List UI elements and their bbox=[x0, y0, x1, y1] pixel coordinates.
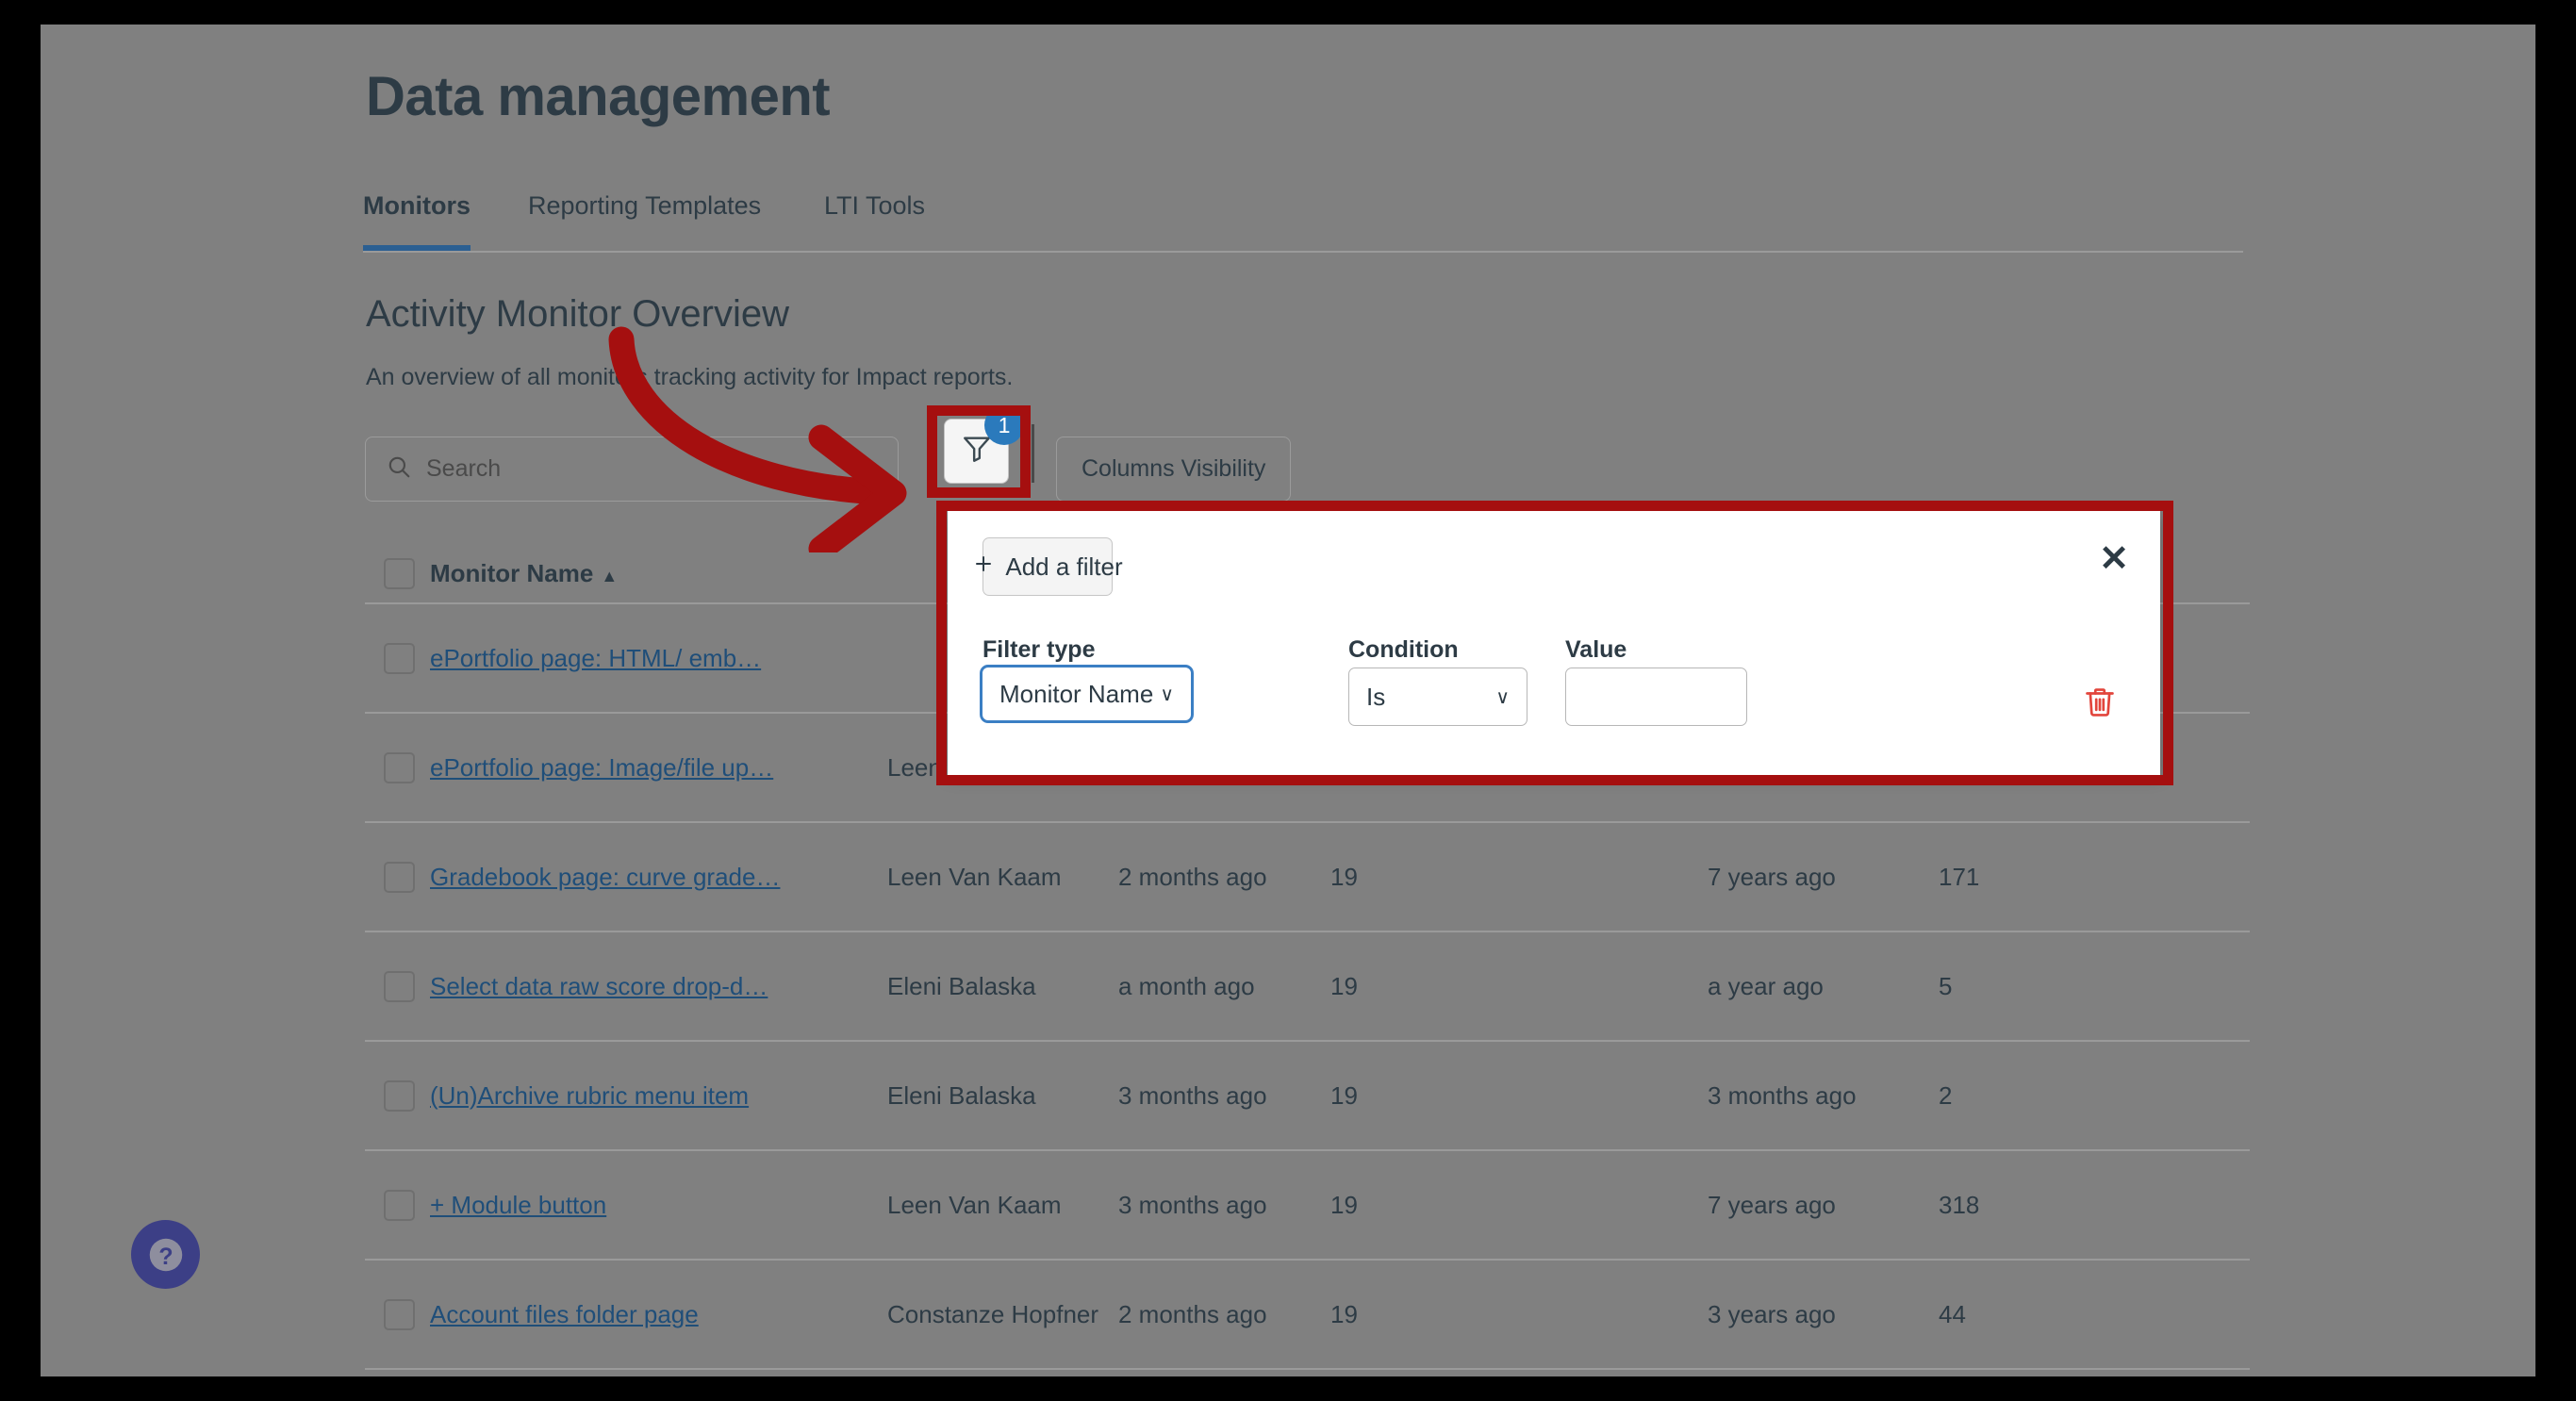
cell-owner: Leen Van Kaam bbox=[887, 1190, 1062, 1219]
cell-count: 19 bbox=[1330, 862, 1358, 891]
cell-created: 7 years ago bbox=[1708, 862, 1836, 891]
cell-count: 19 bbox=[1330, 1190, 1358, 1219]
cell-monitor-name: + Module button bbox=[430, 1191, 887, 1220]
cell-owner: Leen Van Kaam bbox=[887, 862, 1062, 891]
tab-bar: Monitors Reporting Templates LTI Tools bbox=[363, 191, 2243, 253]
monitor-link[interactable]: ePortfolio page: Image/file up… bbox=[430, 753, 773, 782]
help-button[interactable]: ? bbox=[131, 1220, 200, 1289]
row-checkbox[interactable] bbox=[384, 1298, 415, 1330]
chevron-down-icon: ∨ bbox=[1160, 684, 1174, 705]
cell-count: 19 bbox=[1330, 1299, 1358, 1328]
column-header-monitor-name[interactable]: Monitor Name ▲ bbox=[430, 559, 887, 588]
row-select-cell bbox=[365, 970, 430, 1002]
close-icon[interactable]: ✕ bbox=[2099, 541, 2129, 577]
cell-monitor-name: Account files folder page bbox=[430, 1300, 887, 1329]
row-checkbox[interactable] bbox=[384, 970, 415, 1002]
filter-badge-count: 1 bbox=[984, 405, 1024, 445]
cell-updated: 3 months ago bbox=[1118, 1080, 1267, 1110]
filter-type-value: Monitor Name bbox=[999, 679, 1154, 708]
row-select-cell bbox=[365, 861, 430, 893]
page-title: Data management bbox=[366, 66, 831, 127]
monitor-link[interactable]: (Un)Archive rubric menu item bbox=[430, 1081, 749, 1110]
row-select-cell bbox=[365, 751, 430, 783]
cell-created: 7 years ago bbox=[1708, 1190, 1836, 1219]
cell-created: a year ago bbox=[1708, 971, 1824, 1000]
filter-button-wrapper: 1 bbox=[944, 405, 1024, 484]
tab-monitors[interactable]: Monitors bbox=[363, 191, 471, 251]
condition-label: Condition bbox=[1348, 636, 1459, 663]
delete-filter-button[interactable] bbox=[2082, 684, 2118, 725]
search-icon bbox=[387, 454, 411, 484]
cell-monitor-name: Gradebook page: curve grade… bbox=[430, 863, 887, 892]
table-row[interactable]: Account files folder page Constanze Hopf… bbox=[365, 1261, 2250, 1370]
section-title: Activity Monitor Overview bbox=[366, 293, 789, 335]
monitor-link[interactable]: ePortfolio page: HTML/ emb… bbox=[430, 644, 761, 672]
question-mark-icon: ? bbox=[149, 1238, 182, 1271]
monitor-link[interactable]: Gradebook page: curve grade… bbox=[430, 863, 780, 891]
select-all-cell bbox=[365, 558, 430, 589]
section-subtitle: An overview of all monitors tracking act… bbox=[366, 364, 1014, 390]
cell-updated: a month ago bbox=[1118, 971, 1255, 1000]
row-select-cell bbox=[365, 1080, 430, 1112]
row-checkbox[interactable] bbox=[384, 1080, 415, 1112]
cell-owner: Eleni Balaska bbox=[887, 971, 1036, 1000]
cell-triggers: 44 bbox=[1939, 1299, 1966, 1328]
column-header-monitor-name-label: Monitor Name bbox=[430, 559, 594, 587]
sort-ascending-icon: ▲ bbox=[601, 567, 619, 585]
cell-count: 19 bbox=[1330, 971, 1358, 1000]
cell-monitor-name: Select data raw score drop-d… bbox=[430, 972, 887, 1001]
add-filter-button[interactable]: Add a filter bbox=[976, 537, 1123, 596]
toolbar-divider bbox=[1032, 424, 1034, 483]
filter-type-select[interactable]: Monitor Name ∨ bbox=[980, 665, 1194, 723]
search-input[interactable]: Search bbox=[365, 437, 899, 502]
cell-count: 19 bbox=[1330, 1080, 1358, 1110]
row-checkbox[interactable] bbox=[384, 1189, 415, 1221]
cell-owner: Eleni Balaska bbox=[887, 1080, 1036, 1110]
cell-monitor-name: ePortfolio page: HTML/ emb… bbox=[430, 644, 887, 673]
trash-icon bbox=[2086, 688, 2114, 717]
table-row[interactable]: + Module button Leen Van Kaam 3 months a… bbox=[365, 1151, 2250, 1261]
chevron-down-icon: ∨ bbox=[1495, 686, 1510, 708]
table-row[interactable]: Select data raw score drop-d… Eleni Bala… bbox=[365, 932, 2250, 1042]
row-select-cell bbox=[365, 1189, 430, 1221]
monitor-link[interactable]: Select data raw score drop-d… bbox=[430, 972, 768, 1000]
cell-updated: 2 months ago bbox=[1118, 1299, 1267, 1328]
plus-icon bbox=[972, 552, 995, 582]
cell-updated: 2 months ago bbox=[1118, 862, 1267, 891]
row-select-cell bbox=[365, 642, 430, 674]
row-checkbox[interactable] bbox=[384, 861, 415, 893]
row-checkbox[interactable] bbox=[384, 751, 415, 783]
add-filter-label: Add a filter bbox=[1005, 552, 1123, 581]
app-root: Data management Monitors Reporting Templ… bbox=[41, 25, 2535, 1376]
monitor-link[interactable]: + Module button bbox=[430, 1191, 606, 1219]
svg-text:?: ? bbox=[158, 1243, 173, 1269]
cell-triggers: 2 bbox=[1939, 1080, 1953, 1110]
cell-created: 3 months ago bbox=[1708, 1080, 1857, 1110]
search-placeholder: Search bbox=[426, 455, 502, 482]
table-row[interactable]: (Un)Archive rubric menu item Eleni Balas… bbox=[365, 1042, 2250, 1151]
cell-triggers: 171 bbox=[1939, 862, 1980, 891]
row-checkbox[interactable] bbox=[384, 642, 415, 674]
condition-select[interactable]: Is ∨ bbox=[1348, 668, 1527, 726]
cell-updated: 3 months ago bbox=[1118, 1190, 1267, 1219]
cell-monitor-name: (Un)Archive rubric menu item bbox=[430, 1081, 887, 1111]
table-row[interactable]: Gradebook page: curve grade… Leen Van Ka… bbox=[365, 823, 2250, 932]
row-select-cell bbox=[365, 1298, 430, 1330]
filter-type-label: Filter type bbox=[983, 636, 1096, 663]
select-all-checkbox[interactable] bbox=[384, 558, 415, 589]
tab-reporting-templates[interactable]: Reporting Templates bbox=[528, 191, 761, 245]
cell-monitor-name: ePortfolio page: Image/file up… bbox=[430, 753, 887, 783]
filter-funnel-icon bbox=[961, 433, 993, 470]
value-input[interactable] bbox=[1565, 668, 1747, 726]
columns-visibility-button[interactable]: Columns Visibility bbox=[1056, 437, 1292, 502]
tab-lti-tools[interactable]: LTI Tools bbox=[824, 191, 925, 245]
cell-owner: Constanze Hopfner bbox=[887, 1299, 1099, 1328]
condition-value: Is bbox=[1366, 682, 1386, 711]
cell-triggers: 318 bbox=[1939, 1190, 1980, 1219]
filter-popup: Add a filter ✕ Filter type Monitor Name … bbox=[948, 511, 2160, 775]
cell-triggers: 5 bbox=[1939, 971, 1953, 1000]
monitor-link[interactable]: Account files folder page bbox=[430, 1300, 699, 1328]
cell-created: 3 years ago bbox=[1708, 1299, 1836, 1328]
value-label: Value bbox=[1565, 636, 1627, 663]
